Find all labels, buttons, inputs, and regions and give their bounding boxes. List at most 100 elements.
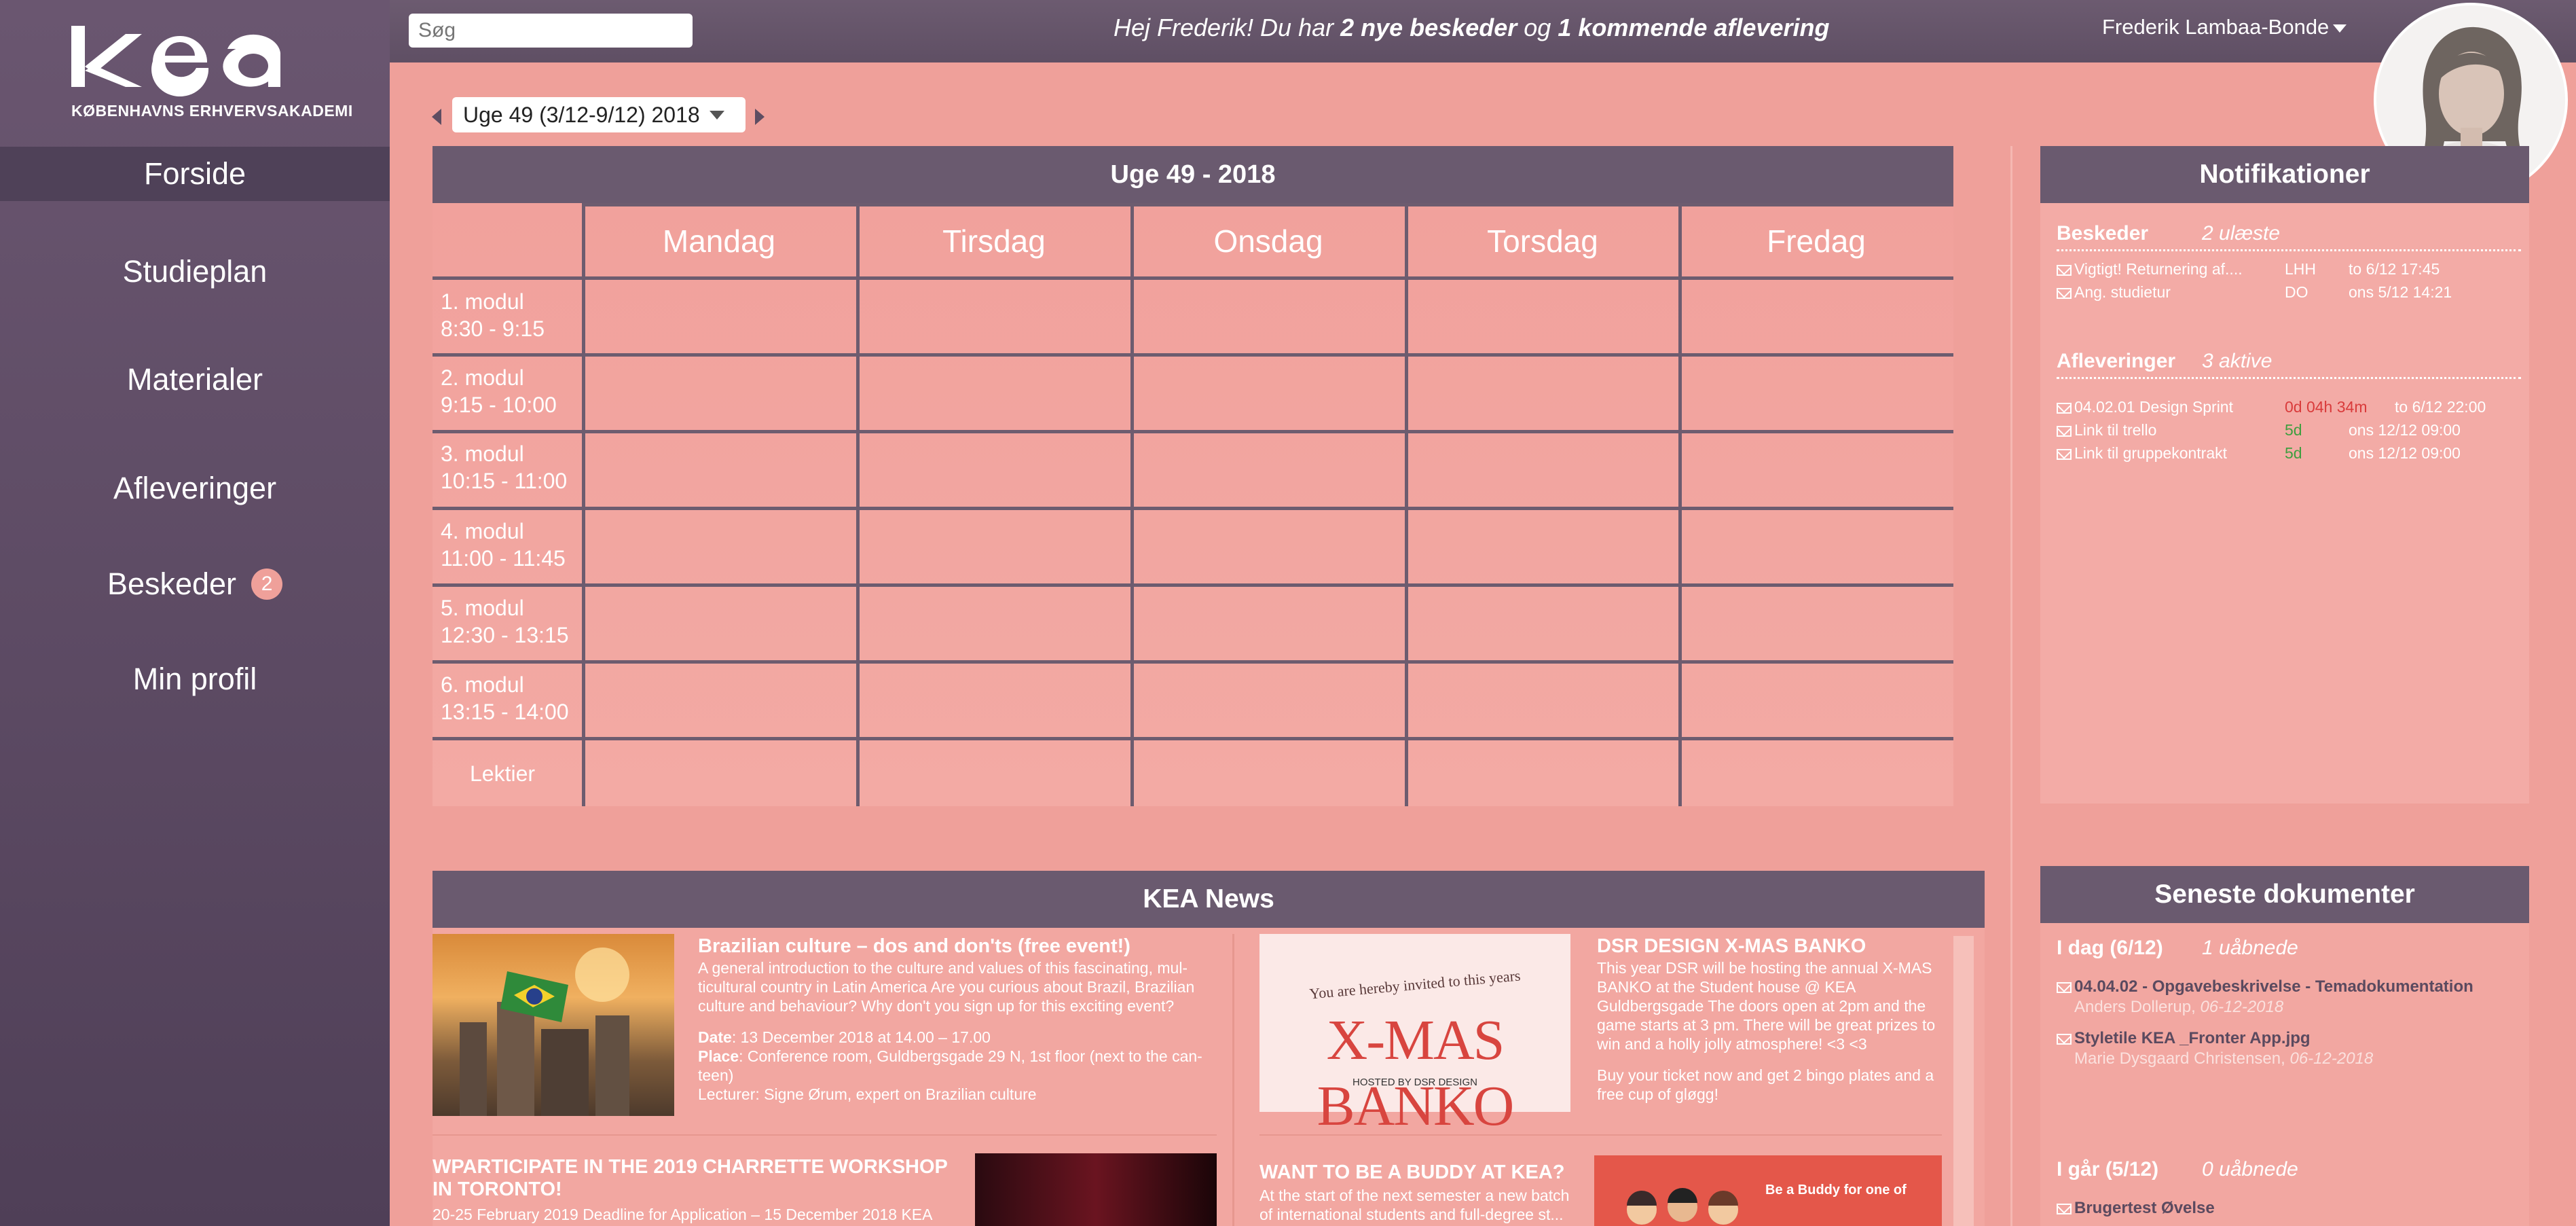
- module-name: 6. modul: [441, 672, 524, 697]
- module-time: 12:30 - 13:15: [441, 623, 569, 647]
- nav-item-forside[interactable]: Forside: [0, 147, 390, 201]
- module-name: 4. modul: [441, 519, 524, 543]
- message-subject: Ang. studietur: [2057, 283, 2171, 302]
- recent-documents-panel: Seneste dokumenter I dag (6/12) 1 uåbned…: [2040, 866, 2529, 1226]
- nav-label: Forside: [143, 156, 246, 191]
- document-meta: Marie Dysgaard Christensen, 06-12-2018: [2074, 1049, 2374, 1068]
- poster-sub-text: HOSTED BY DSR DESIGN: [1353, 1077, 1477, 1088]
- assignment-deadline: to 6/12 22:00: [2395, 398, 2486, 416]
- nav-item-beskeder[interactable]: Beskeder 2: [0, 557, 390, 611]
- yesterday-heading: I går (5/12): [2057, 1158, 2159, 1180]
- date-label: Date: [698, 1028, 732, 1046]
- news-scrollbar[interactable]: [1953, 936, 1974, 1226]
- greeting-assignments[interactable]: 1 kommende aflevering: [1558, 14, 1829, 41]
- messages-count: 2 ulæste: [2202, 222, 2281, 245]
- nav-item-materialer[interactable]: Materialer: [0, 353, 390, 407]
- assignment-subject-text: 04.02.01 Design Sprint: [2074, 398, 2233, 416]
- nav-item-studieplan[interactable]: Studieplan: [0, 245, 390, 299]
- module-label: 2. modul 9:15 - 10:00: [441, 364, 557, 418]
- assignment-subject-text: Link til trello: [2074, 421, 2157, 439]
- week-select-value: Uge 49 (3/12-9/12) 2018: [463, 102, 700, 127]
- assignment-deadline: ons 12/12 09:00: [2349, 444, 2461, 462]
- news-item-lecturer: Lecturer: Signe Ørum, expert on Brazilia…: [698, 1085, 1037, 1103]
- nav-item-min-profil[interactable]: Min profil: [0, 652, 390, 706]
- news-list: Brazilian culture – dos and don'ts (free…: [433, 928, 1985, 1226]
- grid-line: [433, 660, 1953, 664]
- top-bar: Hej Frederik! Du har 2 nye beskeder og 1…: [390, 0, 2576, 62]
- module-time: 8:30 - 9:15: [441, 317, 545, 341]
- grid-line: [1130, 203, 1134, 806]
- place-value: : Conference room, Guldbergsgade 29 N, 1…: [698, 1047, 1202, 1084]
- grid-line: [433, 430, 1953, 433]
- news-item-title[interactable]: DSR DESIGN X-MAS BANKO: [1597, 935, 1936, 958]
- nav-item-afleveringer[interactable]: Afleveringer: [0, 461, 390, 516]
- news-image-toronto[interactable]: [975, 1153, 1217, 1226]
- assignment-deadline: ons 12/12 09:00: [2349, 421, 2461, 439]
- next-week-arrow-icon[interactable]: [755, 109, 765, 125]
- schedule-title: Uge 49 - 2018: [433, 146, 1953, 203]
- previous-week-arrow-icon[interactable]: [432, 109, 441, 125]
- document-title: Styletile KEA _Fronter App.jpg: [2074, 1029, 2311, 1047]
- assignment-subject: Link til gruppekontrakt: [2057, 444, 2227, 463]
- user-name: Frederik Lambaa-Bonde: [2102, 15, 2330, 39]
- week-schedule: Uge 49 - 2018 Mandag Tirsdag Onsdag Tors…: [433, 146, 1953, 806]
- greeting-messages[interactable]: 2 nye beskeder: [1340, 14, 1517, 41]
- grid-line: [433, 737, 1953, 740]
- notifications-panel: Notifikationer Beskeder 2 ulæste Vigtigt…: [2040, 146, 2529, 804]
- news-item-date: Date: 13 December 2018 at 14.00 – 17.00: [698, 1028, 1228, 1047]
- grid-line: [582, 203, 585, 806]
- poster-text: Be a Buddy for one of: [1765, 1183, 1907, 1197]
- news-item-title[interactable]: Brazilian culture – dos and don'ts (free…: [698, 935, 1228, 958]
- message-subject-text: Vigtigt! Returnering af....: [2074, 260, 2243, 278]
- module-label: 3. modul 10:15 - 11:00: [441, 440, 567, 494]
- grid-line: [433, 276, 1953, 280]
- module-label: 5. modul 12:30 - 13:15: [441, 594, 569, 649]
- document-link[interactable]: Styletile KEA _Fronter App.jpg: [2057, 1029, 2311, 1048]
- document-author: Anders Dollerup: [2074, 998, 2192, 1016]
- day-header-fredag: Fredag: [1767, 223, 1866, 259]
- module-name: 5. modul: [441, 596, 524, 620]
- chevron-down-icon: [2333, 24, 2347, 33]
- documents-title: Seneste dokumenter: [2040, 866, 2529, 923]
- column-divider: [2010, 146, 2012, 1226]
- document-title: 04.04.02 - Opgavebeskrivelse - Temadokum…: [2074, 977, 2473, 996]
- news-divider: [433, 1134, 1217, 1136]
- news-divider: [1259, 1134, 1942, 1136]
- day-header-tirsdag: Tirsdag: [942, 223, 1046, 259]
- search-input[interactable]: [409, 14, 693, 48]
- grid-line: [1405, 203, 1408, 806]
- envelope-icon: [2057, 426, 2072, 437]
- assignments-count: 3 aktive: [2202, 350, 2273, 372]
- grid-line: [433, 353, 1953, 357]
- assignment-remaining: 5d: [2285, 421, 2302, 439]
- assignments-heading[interactable]: Afleveringer: [2057, 350, 2175, 373]
- news-item-title[interactable]: WPARTICIPATE IN THE 2019 CHARRETTE WORKS…: [433, 1156, 962, 1201]
- message-date: to 6/12 17:45: [2349, 260, 2440, 278]
- grid-line: [582, 203, 1953, 206]
- news-item-title[interactable]: WANT TO BE A BUDDY AT KEA?: [1259, 1161, 1599, 1184]
- news-image-brazil[interactable]: [433, 934, 674, 1116]
- news-image-xmas-banko[interactable]: You are hereby invited to this years X-M…: [1259, 934, 1570, 1138]
- module-label: 4. modul 11:00 - 11:45: [441, 518, 566, 572]
- document-link[interactable]: 04.04.02 - Opgavebeskrivelse - Temadokum…: [2057, 977, 2473, 996]
- envelope-icon: [2057, 1204, 2072, 1214]
- grid-line: [433, 583, 1953, 587]
- messages-heading[interactable]: Beskeder: [2057, 222, 2148, 245]
- envelope-icon: [2057, 982, 2072, 993]
- day-header-mandag: Mandag: [662, 223, 776, 259]
- news-image-buddy[interactable]: Be a Buddy for one of: [1594, 1155, 1942, 1226]
- envelope-icon: [2057, 449, 2072, 460]
- module-label: 1. modul 8:30 - 9:15: [441, 288, 545, 342]
- place-label: Place: [698, 1047, 739, 1065]
- dotted-divider: [2057, 249, 2521, 251]
- unread-badge: 2: [251, 569, 283, 600]
- week-select[interactable]: Uge 49 (3/12-9/12) 2018: [452, 97, 746, 132]
- notifications-title: Notifikationer: [2040, 146, 2529, 203]
- document-link[interactable]: Brugertest Øvelse: [2057, 1199, 2215, 1218]
- module-name: 1. modul: [441, 289, 524, 314]
- greeting-prefix: Hej Frederik! Du har: [1114, 14, 1341, 41]
- news-item-body: 20-25 February 2019 Deadline for Applica…: [433, 1206, 933, 1223]
- news-panel: KEA News Brazilian culture – dos and don…: [433, 871, 1985, 1226]
- nav-label: Studieplan: [122, 254, 268, 289]
- user-menu[interactable]: Frederik Lambaa-Bonde: [2102, 15, 2347, 39]
